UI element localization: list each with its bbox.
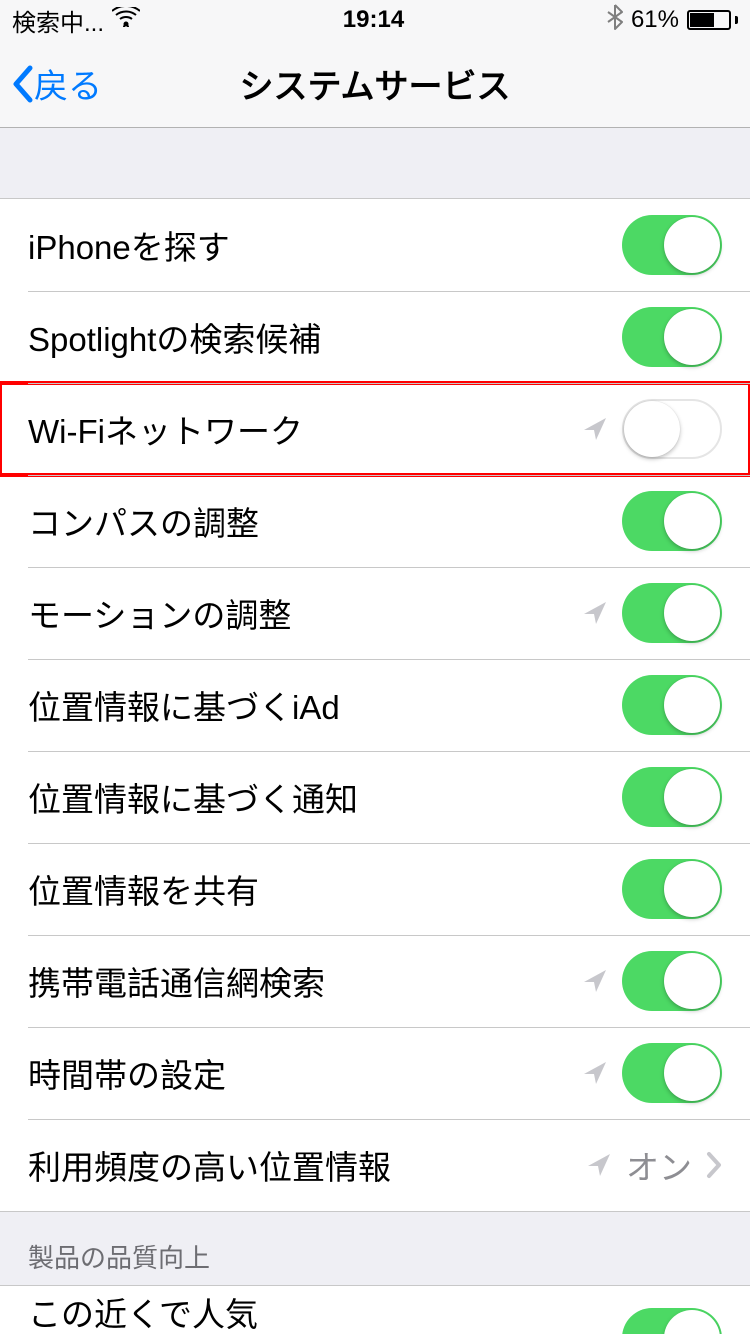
setting-row: 位置情報に基づく通知 [0, 751, 750, 843]
setting-label: 位置情報を共有 [28, 865, 622, 913]
page-title: システムサービス [0, 59, 750, 108]
toggle-switch[interactable] [622, 583, 722, 643]
setting-row: 時間帯の設定 [0, 1027, 750, 1119]
setting-row: モーションの調整 [0, 567, 750, 659]
setting-label: 時間帯の設定 [28, 1049, 582, 1097]
setting-label: Wi-Fiネットワーク [28, 405, 582, 453]
carrier-text: 検索中... [12, 3, 104, 38]
setting-label: 携帯電話通信網検索 [28, 957, 582, 1005]
toggle-switch[interactable] [622, 491, 722, 551]
setting-row: Wi-Fiネットワーク [0, 383, 750, 475]
status-bar: 検索中... 19:14 61% [0, 0, 750, 40]
setting-label: iPhoneを探す [28, 221, 622, 269]
setting-row: Spotlightの検索候補 [0, 291, 750, 383]
toggle-switch[interactable] [622, 859, 722, 919]
back-label: 戻る [34, 59, 102, 108]
nav-bar: 戻る システムサービス [0, 40, 750, 128]
setting-row: この近くで人気 [0, 1286, 750, 1334]
toggle-switch[interactable] [622, 1043, 722, 1103]
setting-row: 位置情報に基づくiAd [0, 659, 750, 751]
back-button[interactable]: 戻る [0, 59, 102, 108]
toggle-switch[interactable] [622, 399, 722, 459]
toggle-switch[interactable] [622, 767, 722, 827]
setting-label: モーションの調整 [28, 589, 582, 637]
battery-icon [687, 10, 738, 30]
toggle-switch[interactable] [622, 675, 722, 735]
toggle-switch[interactable] [622, 951, 722, 1011]
battery-percent: 61% [631, 6, 679, 34]
bluetooth-icon [607, 4, 623, 37]
settings-list-2: この近くで人気 [0, 1285, 750, 1334]
location-arrow-icon [586, 1152, 612, 1178]
wifi-icon [112, 6, 140, 34]
setting-row: iPhoneを探す [0, 199, 750, 291]
location-arrow-icon [582, 600, 608, 626]
location-arrow-icon [582, 968, 608, 994]
setting-label: この近くで人気 [28, 1288, 622, 1334]
section-header-quality: 製品の品質向上 [0, 1212, 750, 1285]
setting-label: 利用頻度の高い位置情報 [28, 1141, 586, 1189]
toggle-switch[interactable] [622, 307, 722, 367]
location-arrow-icon [582, 416, 608, 442]
chevron-right-icon [706, 1151, 722, 1179]
chevron-left-icon [10, 64, 34, 104]
detail-value: オン [626, 1141, 692, 1189]
location-arrow-icon [582, 1060, 608, 1086]
toggle-switch[interactable] [622, 215, 722, 275]
setting-row: 位置情報を共有 [0, 843, 750, 935]
settings-list: iPhoneを探す Spotlightの検索候補 Wi-Fiネットワークコンパスの調… [0, 198, 750, 1212]
toggle-switch[interactable] [622, 1308, 722, 1334]
setting-row-detail[interactable]: 利用頻度の高い位置情報オン [0, 1119, 750, 1211]
setting-label: コンパスの調整 [28, 497, 622, 545]
setting-label: Spotlightの検索候補 [28, 313, 622, 361]
setting-label: 位置情報に基づくiAd [28, 681, 622, 729]
setting-row: 携帯電話通信網検索 [0, 935, 750, 1027]
setting-label: 位置情報に基づく通知 [28, 773, 622, 821]
status-time: 19:14 [343, 6, 404, 34]
setting-row: コンパスの調整 [0, 475, 750, 567]
